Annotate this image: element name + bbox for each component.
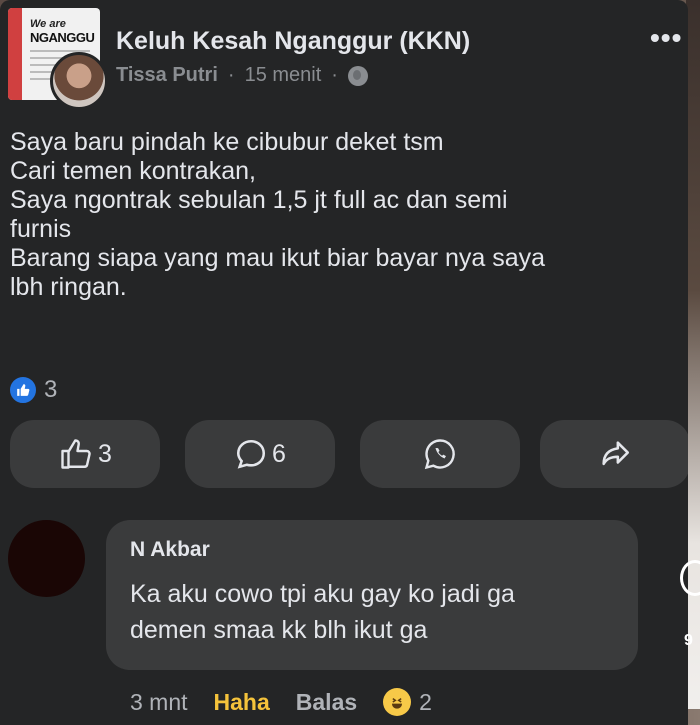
meta-separator: ·: [227, 64, 235, 86]
reaction-count: 3: [44, 376, 58, 403]
side-count: 9: [684, 632, 693, 649]
post-text-line: Barang siapa yang mau ikut biar bayar ny…: [10, 244, 546, 272]
comment-button[interactable]: 6: [185, 420, 335, 488]
post-meta: Tissa Putri · 15 menit ·: [116, 64, 368, 87]
comment-text-line: demen smaa kk blh ikut ga: [130, 616, 428, 644]
author-name[interactable]: Tissa Putri: [116, 64, 218, 87]
comment-text-line: Ka aku cowo tpi aku gay ko jadi ga: [130, 580, 515, 608]
group-name[interactable]: Keluh Kesah Nganggur (KKN): [116, 27, 470, 56]
post-card: We are NGANGGU Keluh Kesah Nganggur (KKN…: [0, 0, 688, 725]
commenter-avatar[interactable]: [8, 520, 85, 597]
post-time[interactable]: 15 menit: [245, 64, 322, 87]
comment-reaction-summary[interactable]: 2: [383, 688, 432, 716]
comment-reaction-count: 2: [419, 688, 432, 715]
cover-stripe: [8, 8, 22, 100]
haha-emoji-icon: [383, 688, 412, 716]
background-right: [686, 0, 700, 725]
share-icon: [602, 441, 630, 466]
comment-count: 6: [272, 439, 286, 468]
post-text-line: Cari temen kontrakan,: [10, 157, 256, 185]
like-button[interactable]: 3: [10, 420, 160, 488]
post-text-line: Saya ngontrak sebulan 1,5 jt full ac dan…: [10, 186, 508, 214]
share-button[interactable]: [540, 420, 688, 488]
comment-bubble: N Akbar Ka aku cowo tpi aku gay ko jadi …: [106, 520, 638, 670]
author-avatar[interactable]: [50, 52, 108, 110]
cover-text-line1: We are: [30, 18, 66, 30]
thumbs-up-icon: [61, 439, 91, 469]
comment-icon: [237, 439, 266, 469]
haha-reaction-button[interactable]: Haha: [214, 689, 270, 716]
reaction-summary[interactable]: 3: [8, 375, 57, 405]
like-count: 3: [98, 439, 112, 468]
comment-text: Ka aku cowo tpi aku gay ko jadi ga demen…: [130, 576, 515, 648]
post-text-line: furnis: [10, 215, 72, 243]
whatsapp-share-button[interactable]: [360, 420, 520, 488]
whatsapp-icon: [424, 439, 455, 470]
reply-button[interactable]: Balas: [296, 689, 357, 716]
post-text-line: lbh ringan.: [10, 273, 127, 301]
post-text-line: Saya baru pindah ke cibubur deket tsm: [10, 128, 444, 156]
cover-text-line2: NGANGGU: [30, 30, 95, 45]
more-options-button[interactable]: •••: [650, 22, 682, 54]
globe-icon: [347, 65, 368, 86]
comment-author[interactable]: N Akbar: [130, 538, 210, 562]
post-text: Saya baru pindah ke cibubur deket tsm Ca…: [10, 128, 682, 302]
meta-separator-2: ·: [331, 64, 338, 86]
comment-time[interactable]: 3 mnt: [130, 689, 188, 716]
comment-actions: 3 mnt Haha Balas 2: [130, 688, 432, 716]
like-reaction-icon: [8, 375, 38, 405]
